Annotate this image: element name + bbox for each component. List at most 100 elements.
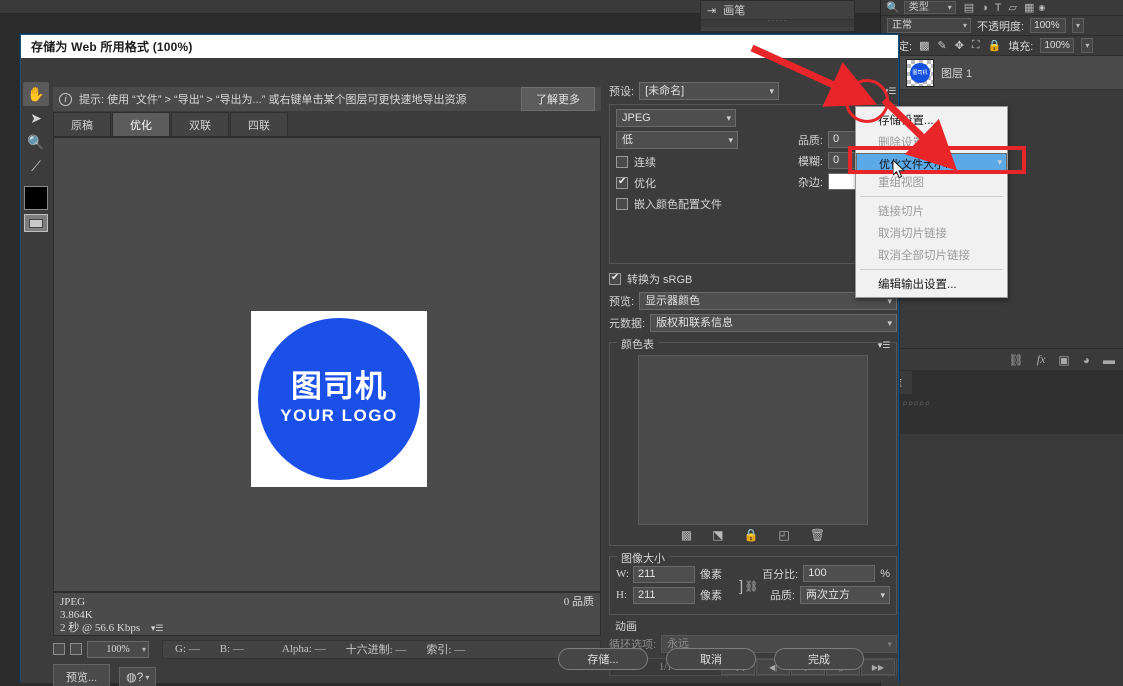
zoom-level-select[interactable]: 100% ▾ bbox=[87, 640, 149, 658]
image-preview-canvas[interactable]: 图司机 YOUR LOGO bbox=[53, 137, 601, 592]
settings-popup-menu[interactable]: 存储设置... 删除设置 优化文件大小... 重组视图 链接切片 取消切片链接 … bbox=[855, 106, 1008, 298]
layer-lock-row[interactable]: 锁定: ▩ ✎ ✥ ⛶ 🔒 填充: 100% bbox=[881, 36, 1123, 56]
layer-row[interactable]: ◉ 图司机 图层 1 bbox=[881, 56, 1123, 90]
fill-stepper[interactable] bbox=[1081, 38, 1094, 53]
optimized-checkbox-box[interactable] bbox=[616, 176, 628, 189]
lock-image-icon[interactable]: ✎ bbox=[937, 39, 946, 52]
filter-toggle-icon[interactable]: ◉ bbox=[1038, 3, 1045, 12]
tab-2-up[interactable]: 双联 bbox=[171, 112, 229, 136]
preview-info-menu-icon[interactable]: ▾☰ bbox=[151, 622, 164, 635]
jpeg-quality-label: 品质: bbox=[797, 134, 823, 147]
done-button[interactable]: 完成 bbox=[774, 648, 864, 670]
filter-type-icon[interactable]: T bbox=[995, 2, 1002, 14]
lock-artboard-icon[interactable]: ⛶ bbox=[972, 39, 980, 52]
library-search[interactable]: 🔍 ⌕⌕⌕⌕⌕ bbox=[881, 394, 1123, 413]
file-format-select[interactable]: JPEG bbox=[616, 109, 736, 127]
menu-item-edit-output-settings[interactable]: 编辑输出设置... bbox=[856, 273, 1007, 295]
preset-select[interactable]: [未命名] bbox=[639, 82, 780, 100]
tab-4-up[interactable]: 四联 bbox=[230, 112, 288, 136]
tab-optimized[interactable]: 优化 bbox=[112, 112, 170, 136]
layer-filter-kind-select[interactable]: 类型 bbox=[903, 1, 956, 14]
filter-smart-icon[interactable]: ▦ bbox=[1024, 1, 1034, 14]
color-alpha-value: Alpha: — bbox=[281, 643, 326, 655]
opacity-value[interactable]: 100% bbox=[1030, 18, 1067, 33]
image-size-title: 图像大小 bbox=[617, 550, 669, 566]
cancel-button[interactable]: 取消 bbox=[666, 648, 756, 670]
lock-all-icon[interactable]: 🔒 bbox=[988, 39, 1002, 52]
lock-icon[interactable]: 🔒 bbox=[744, 528, 759, 542]
hint-text: 提示: 使用 “文件” > “导出” > “导出为...” 或右键单击某个图层可… bbox=[79, 94, 467, 106]
eyedropper-tool-icon[interactable]: ⟋ bbox=[23, 154, 49, 178]
library-panel-tabs[interactable]: 库 bbox=[881, 370, 1123, 394]
adjustment-layer-icon[interactable]: ◕ bbox=[1083, 353, 1090, 367]
percent-input[interactable]: 100 bbox=[803, 565, 876, 582]
color-table-swatches[interactable] bbox=[638, 355, 868, 525]
new-group-icon[interactable]: ▬ bbox=[1103, 353, 1115, 367]
layers-toolbar[interactable]: ⛓ fx ▣ ◕ ▬ bbox=[881, 348, 1123, 370]
layer-blend-row[interactable]: 正常 不透明度: 100% bbox=[881, 16, 1123, 36]
layer-thumbnail[interactable]: 图司机 bbox=[906, 58, 934, 87]
embed-color-profile-checkbox[interactable]: 嵌入颜色配置文件 bbox=[616, 196, 766, 212]
embed-color-profile-box[interactable] bbox=[616, 198, 628, 210]
filter-pixel-icon[interactable]: ▤ bbox=[964, 1, 974, 14]
zoom-level-value: 100% bbox=[106, 643, 130, 655]
tab-original[interactable]: 原稿 bbox=[53, 112, 111, 136]
layer-style-icon[interactable]: fx bbox=[1037, 352, 1046, 367]
help-button[interactable]: ◍? ▾ bbox=[119, 667, 157, 686]
progressive-checkbox-box[interactable] bbox=[616, 156, 628, 168]
layer-filter-icons[interactable]: ▤ ◑ T ▱ ▦ bbox=[964, 1, 1035, 15]
width-input[interactable]: 211 bbox=[633, 565, 695, 583]
preview-mode-tabs[interactable]: 原稿 优化 双联 四联 bbox=[53, 112, 601, 137]
resample-quality-select[interactable]: 两次立方 bbox=[800, 586, 890, 604]
cube-icon[interactable]: ⬔ bbox=[712, 528, 723, 542]
quality-preset-select[interactable]: 低 bbox=[616, 131, 738, 149]
link-layers-icon[interactable]: ⛓ bbox=[1009, 353, 1024, 367]
zoom-in-button[interactable] bbox=[70, 643, 82, 655]
constrain-proportions-link-icon[interactable]: ] ⛓ bbox=[739, 578, 758, 595]
slice-select-tool-icon[interactable]: ➤ bbox=[23, 106, 49, 130]
last-frame-button[interactable]: ▶▶ bbox=[861, 659, 895, 675]
convert-srgb-box[interactable] bbox=[609, 272, 621, 285]
brush-panel-grip[interactable] bbox=[701, 19, 854, 27]
lock-transparent-icon[interactable]: ▩ bbox=[919, 39, 929, 52]
hand-tool-icon[interactable]: ✋ bbox=[23, 82, 49, 106]
preview-filesize: 3.864K bbox=[60, 609, 93, 621]
foreground-color-swatch[interactable] bbox=[24, 186, 48, 210]
dialog-toolbar[interactable]: ✋ ➤ 🔍 ⟋ bbox=[23, 82, 51, 232]
trash-icon[interactable]: 🗑 bbox=[810, 528, 825, 542]
metadata-select[interactable]: 版权和联系信息 bbox=[650, 314, 897, 332]
filter-adjustment-icon[interactable]: ◑ bbox=[981, 2, 988, 14]
color-table-menu-icon[interactable]: ▾☰ bbox=[877, 339, 891, 351]
web-shift-icon[interactable]: ▩ bbox=[681, 528, 692, 542]
optimized-checkbox[interactable]: 优化 bbox=[616, 175, 766, 191]
brush-panel[interactable]: ⇥ 画笔 bbox=[700, 0, 855, 32]
layer-filter-row[interactable]: 🔍 类型 ▤ ◑ T ▱ ▦ ◉ bbox=[881, 0, 1123, 16]
layer-name[interactable]: 图层 1 bbox=[941, 65, 972, 81]
search-icon: 🔍 bbox=[886, 2, 900, 14]
help-dropdown-icon[interactable]: ▾ bbox=[145, 673, 149, 682]
zoom-tool-icon[interactable]: 🔍 bbox=[23, 130, 49, 154]
color-readout: G: — B: — Alpha: — 十六进制: — 索引: — bbox=[162, 639, 601, 659]
save-button[interactable]: 存储... bbox=[558, 648, 648, 670]
toggle-slices-icon[interactable] bbox=[24, 214, 48, 232]
preview-timing: 2 秒 @ 56.6 Kbps bbox=[60, 622, 141, 634]
new-swatch-icon[interactable]: ◰ bbox=[779, 528, 790, 542]
color-table-toolbar[interactable]: ▩ ⬔ 🔒 ◰ 🗑 bbox=[616, 525, 890, 545]
color-g-value: G: — bbox=[175, 643, 200, 655]
height-unit: 像素 bbox=[700, 590, 722, 602]
progressive-checkbox[interactable]: 连续 bbox=[616, 154, 766, 170]
opacity-stepper[interactable] bbox=[1072, 18, 1085, 33]
color-b-value: B: — bbox=[219, 643, 244, 655]
menu-item-unlink-all-slices: 取消全部切片链接 bbox=[878, 250, 970, 262]
blend-mode-select[interactable]: 正常 bbox=[887, 18, 971, 33]
learn-more-button[interactable]: 了解更多 bbox=[521, 87, 595, 111]
convert-srgb-checkbox[interactable]: 转换为 sRGB bbox=[609, 271, 897, 287]
filter-shape-icon[interactable]: ▱ bbox=[1009, 1, 1017, 14]
height-input[interactable]: 211 bbox=[633, 586, 695, 604]
zoom-out-button[interactable] bbox=[53, 643, 65, 655]
width-label: W: bbox=[616, 568, 630, 580]
fill-value[interactable]: 100% bbox=[1040, 38, 1075, 53]
lock-position-icon[interactable]: ✥ bbox=[955, 39, 964, 52]
layer-mask-icon[interactable]: ▣ bbox=[1058, 353, 1069, 367]
preview-button[interactable]: 预览... bbox=[53, 664, 111, 686]
